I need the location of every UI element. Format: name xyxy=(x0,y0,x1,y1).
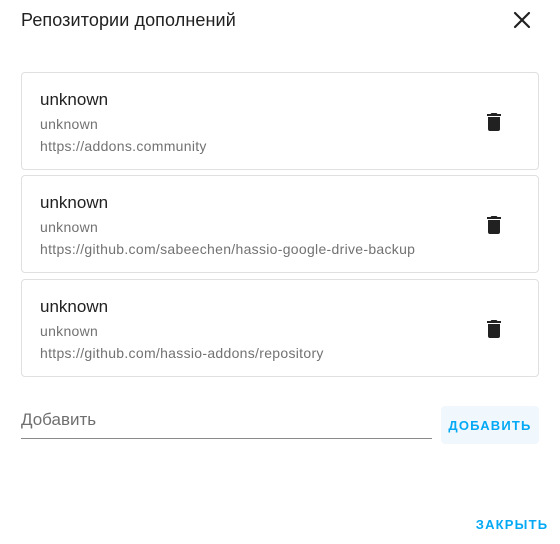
close-dialog-button[interactable]: ЗАКРЫТЬ xyxy=(470,508,554,540)
add-repository-field xyxy=(21,404,432,439)
repository-card: unknown unknown https://addons.community xyxy=(21,72,539,170)
close-icon xyxy=(513,11,531,29)
delete-repository-button[interactable] xyxy=(482,213,506,237)
repository-url: https://github.com/sabeechen/hassio-goog… xyxy=(40,241,416,257)
repository-name: unknown xyxy=(40,297,109,316)
repository-name: unknown xyxy=(40,90,109,109)
repository-url: https://github.com/hassio-addons/reposit… xyxy=(40,345,324,361)
dialog-title: Репозитории дополнений xyxy=(21,10,236,30)
add-repository-input[interactable] xyxy=(21,404,432,436)
repository-url: https://addons.community xyxy=(40,138,207,154)
trash-icon xyxy=(487,216,501,234)
repository-maintainer: unknown xyxy=(40,116,99,132)
repository-name: unknown xyxy=(40,193,109,212)
trash-icon xyxy=(487,320,501,338)
trash-icon xyxy=(487,113,501,131)
repositories-dialog: Репозитории дополнений unknown unknown h… xyxy=(0,0,560,544)
delete-repository-button[interactable] xyxy=(482,110,506,134)
close-button[interactable] xyxy=(506,4,538,36)
add-repository-button[interactable]: ДОБАВИТЬ xyxy=(441,406,539,444)
delete-repository-button[interactable] xyxy=(482,317,506,341)
repository-maintainer: unknown xyxy=(40,219,99,235)
repository-card: unknown unknown https://github.com/hassi… xyxy=(21,279,539,377)
repository-maintainer: unknown xyxy=(40,323,99,339)
repository-card: unknown unknown https://github.com/sabee… xyxy=(21,175,539,273)
